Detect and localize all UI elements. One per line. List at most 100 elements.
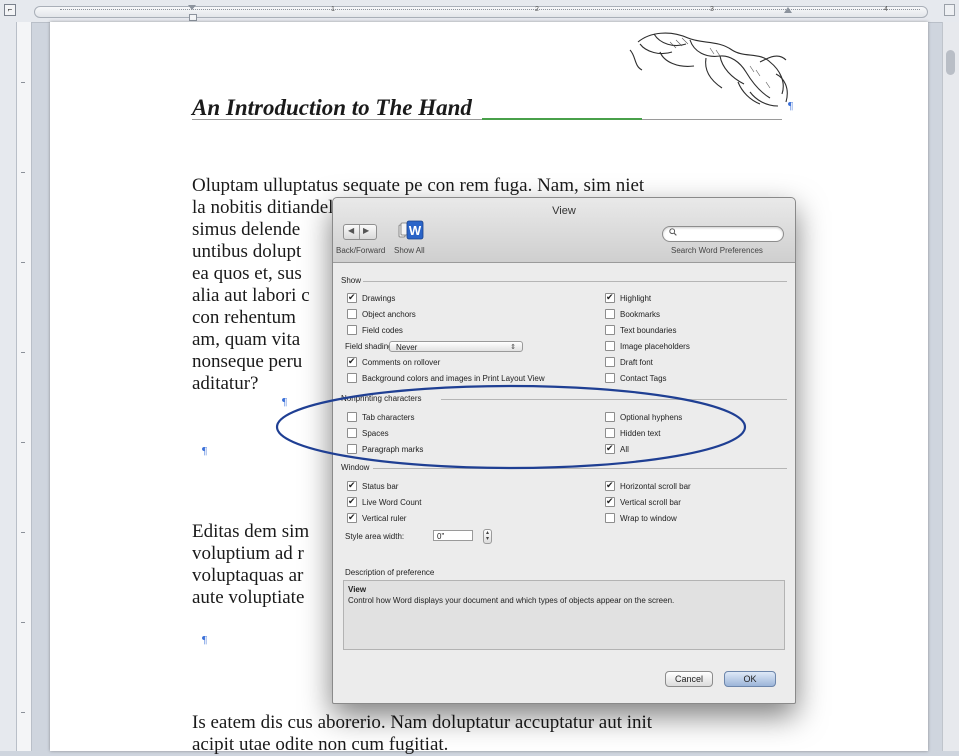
checkbox-icon[interactable] (347, 293, 357, 303)
checkbox-icon[interactable] (605, 325, 615, 335)
checkbox-label: Vertical scroll bar (620, 498, 681, 508)
checkbox-label: Comments on rollover (362, 358, 441, 368)
checkbox-label: Hidden text (620, 429, 661, 439)
search-input[interactable] (662, 226, 784, 242)
vertical-ruler[interactable] (0, 22, 32, 751)
ruler-tick (21, 532, 25, 533)
vertical-ruler-track (16, 22, 32, 751)
scrollbar-thumb[interactable] (946, 50, 955, 75)
checkbox-contact-tags[interactable]: Contact Tags (605, 373, 667, 384)
paragraph-2-text[interactable]: Editas dem sim voluptium ad r voluptaqua… (192, 521, 309, 608)
tab-stop-marker[interactable] (784, 7, 792, 13)
pilcrow-mark: ¶ (202, 445, 207, 457)
back-forward-label: Back/Forward (336, 246, 386, 255)
checkbox-text-boundaries[interactable]: Text boundaries (605, 325, 676, 336)
checkbox-label: Tab characters (362, 413, 415, 423)
group-divider (363, 281, 787, 282)
checkbox-paragraph-marks[interactable]: Paragraph marks (347, 444, 423, 455)
checkbox-vertical-ruler[interactable]: Vertical ruler (347, 513, 407, 524)
vertical-scrollbar[interactable] (942, 22, 959, 751)
description-heading: View (348, 585, 367, 594)
checkbox-label: All (620, 445, 629, 455)
checkbox-drawings[interactable]: Drawings (347, 293, 396, 304)
checkbox-icon[interactable] (605, 341, 615, 351)
checkbox-label: Draft font (620, 358, 653, 368)
checkbox-icon[interactable] (347, 444, 357, 454)
checkbox-icon[interactable] (347, 357, 357, 367)
style-area-width-stepper[interactable]: ▴ ▾ (483, 529, 492, 544)
nonprinting-group-label: Nonprinting characters (341, 394, 422, 403)
checkbox-icon[interactable] (605, 481, 615, 491)
checkbox-all[interactable]: All (605, 444, 629, 455)
checkbox-icon[interactable] (347, 497, 357, 507)
search-icon (669, 228, 677, 236)
checkbox-field-codes[interactable]: Field codes (347, 325, 403, 336)
hand-sketch-illustration (629, 32, 788, 107)
pilcrow-mark: ¶ (788, 100, 793, 112)
checkbox-label: Horizontal scroll bar (620, 482, 691, 492)
ruler-tab-selector[interactable]: ⌐ (4, 4, 16, 16)
checkbox-label: Wrap to window (620, 514, 677, 524)
style-area-width-input[interactable]: 0" (433, 530, 473, 541)
pilcrow-mark: ¶ (282, 396, 287, 408)
indent-marker[interactable] (188, 5, 197, 21)
checkbox-draft-font[interactable]: Draft font (605, 357, 653, 368)
paragraph-3-text[interactable]: Is eatem dis cus aborerio. Nam doluptatu… (192, 712, 652, 755)
checkbox-wrap-to-window[interactable]: Wrap to window (605, 513, 677, 524)
ok-button[interactable]: OK (724, 671, 776, 687)
svg-text:W: W (409, 223, 422, 238)
back-forward-control[interactable]: ◀ ▶ (343, 224, 377, 240)
checkbox-label: Spaces (362, 429, 389, 439)
checkbox-bookmarks[interactable]: Bookmarks (605, 309, 660, 320)
checkbox-icon[interactable] (605, 428, 615, 438)
document-title-text[interactable]: An Introduction to The Hand (192, 95, 472, 120)
checkbox-icon[interactable] (347, 373, 357, 383)
checkbox-image-placeholders[interactable]: Image placeholders (605, 341, 690, 352)
checkbox-icon[interactable] (605, 293, 615, 303)
checkbox-live-word-count[interactable]: Live Word Count (347, 497, 421, 508)
document-title[interactable]: An Introduction to The Hand (192, 95, 472, 121)
checkbox-icon[interactable] (347, 481, 357, 491)
view-preferences-dialog[interactable]: View ◀ ▶ Back/Forward W Show All Search … (332, 197, 796, 704)
checkbox-icon[interactable] (605, 444, 615, 454)
checkbox-icon[interactable] (347, 513, 357, 523)
checkbox-icon[interactable] (605, 412, 615, 422)
checkbox-spaces[interactable]: Spaces (347, 428, 389, 439)
checkbox-label: Vertical ruler (362, 514, 407, 524)
checkbox-icon[interactable] (347, 325, 357, 335)
checkbox-label: Highlight (620, 294, 652, 304)
dialog-title: View (552, 205, 576, 217)
checkbox-icon[interactable] (605, 513, 615, 523)
field-shading-select[interactable]: Never ⇕ (389, 341, 523, 352)
checkbox-icon[interactable] (605, 497, 615, 507)
horizontal-ruler[interactable]: ⌐ 1 2 3 4 (0, 0, 959, 23)
checkbox-status-bar[interactable]: Status bar (347, 481, 398, 492)
checkbox-icon[interactable] (605, 373, 615, 383)
grammar-squiggle (482, 118, 642, 120)
forward-arrow-icon[interactable]: ▶ (363, 226, 369, 235)
checkbox-label: Contact Tags (620, 374, 667, 384)
checkbox-icon[interactable] (347, 412, 357, 422)
checkbox-vertical-scroll-bar[interactable]: Vertical scroll bar (605, 497, 681, 508)
checkbox-optional-hyphens[interactable]: Optional hyphens (605, 412, 682, 423)
checkbox-object-anchors[interactable]: Object anchors (347, 309, 416, 320)
checkbox-icon[interactable] (605, 309, 615, 319)
window-split-icon[interactable] (944, 4, 955, 16)
checkbox-horizontal-scroll-bar[interactable]: Horizontal scroll bar (605, 481, 691, 492)
checkbox-hidden-text[interactable]: Hidden text (605, 428, 661, 439)
checkbox-icon[interactable] (347, 309, 357, 319)
checkbox-highlight[interactable]: Highlight (605, 293, 652, 304)
checkbox-comments-on-rollover[interactable]: Comments on rollover (347, 357, 441, 368)
checkbox-icon[interactable] (347, 428, 357, 438)
checkbox-icon[interactable] (605, 357, 615, 367)
back-arrow-icon[interactable]: ◀ (348, 226, 354, 235)
show-all-label[interactable]: Show All (394, 246, 425, 255)
checkbox-label: Drawings (362, 294, 396, 304)
cancel-button[interactable]: Cancel (665, 671, 713, 687)
checkbox-tab-characters[interactable]: Tab characters (347, 412, 415, 423)
ruler-number: 1 (331, 6, 335, 13)
show-all-icon[interactable]: W (398, 220, 424, 240)
checkbox-background-colors[interactable]: Background colors and images in Print La… (347, 373, 545, 384)
group-divider (373, 468, 787, 469)
select-arrows-icon: ⇕ (510, 344, 516, 351)
